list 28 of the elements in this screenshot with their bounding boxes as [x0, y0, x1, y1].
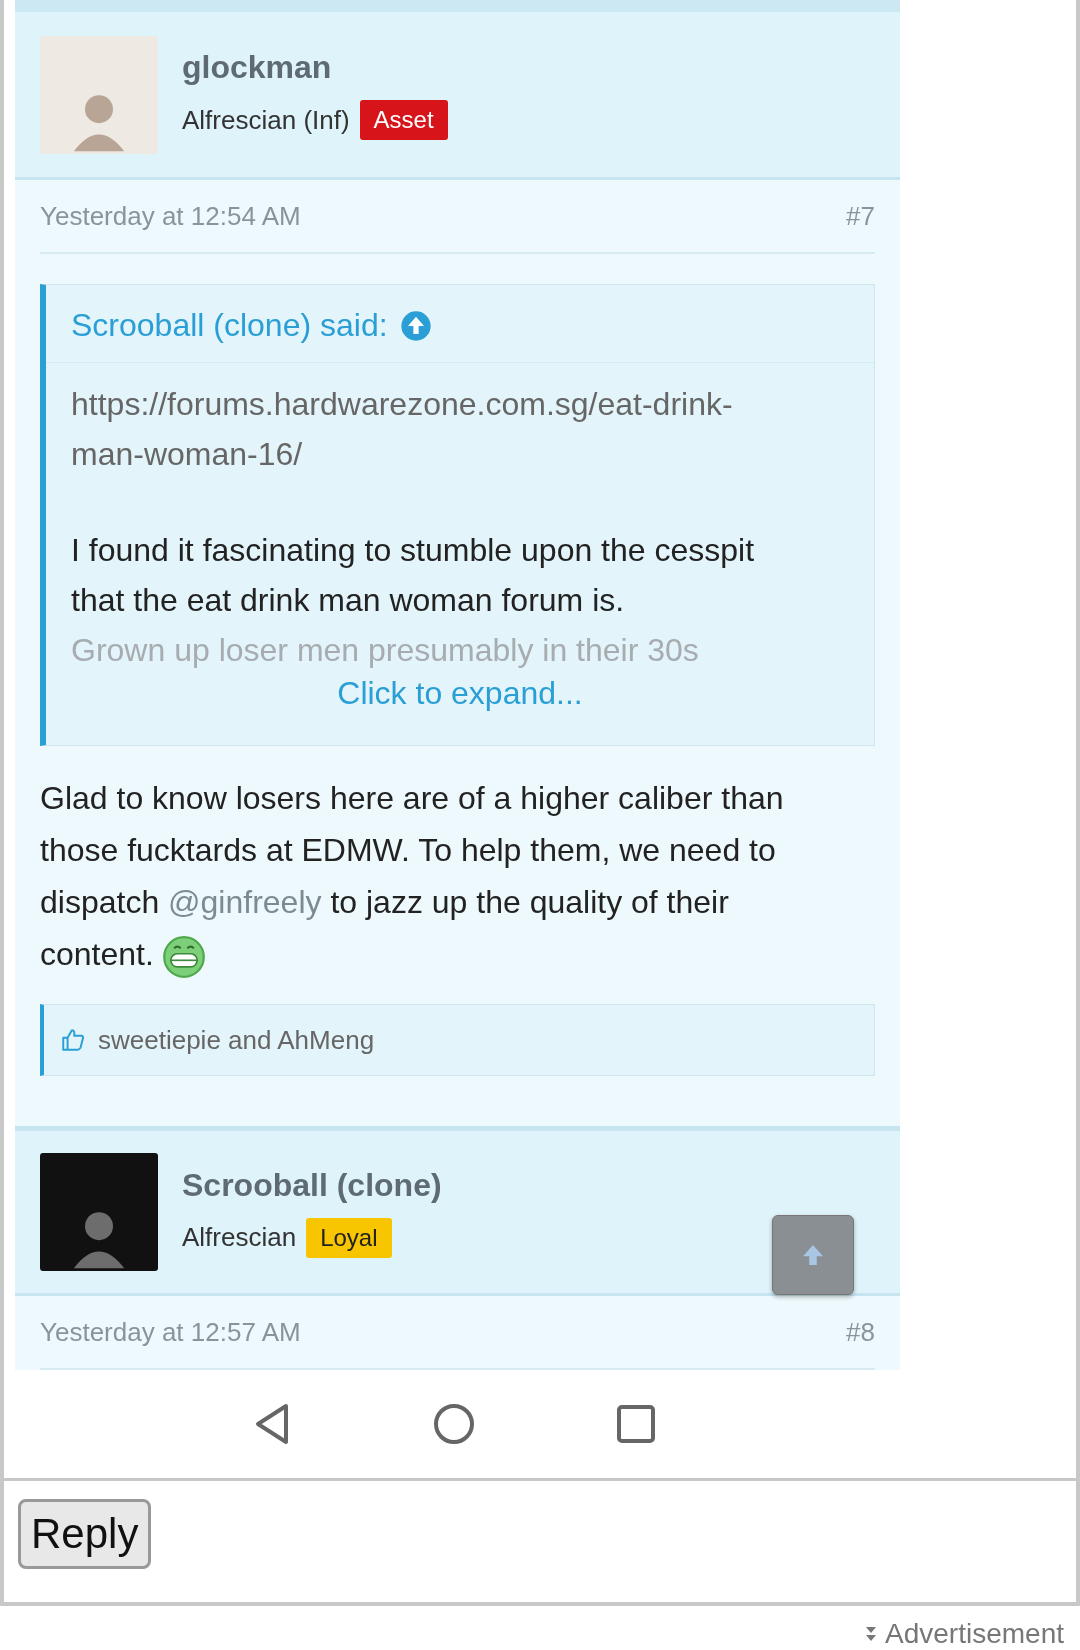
post-number[interactable]: #7	[846, 200, 875, 232]
user-badge: Loyal	[306, 1217, 392, 1258]
mention-link[interactable]: @ginfreely	[168, 884, 322, 920]
reply-button[interactable]: Reply	[18, 1499, 152, 1569]
scroll-top-button[interactable]	[772, 1215, 854, 1295]
quote-author-link[interactable]: Scrooball (clone) said:	[71, 307, 388, 344]
post-date[interactable]: Yesterday at 12:54 AM	[40, 200, 301, 232]
arrow-up-icon[interactable]	[399, 309, 432, 342]
author-name[interactable]: Scrooball (clone)	[182, 1166, 442, 1204]
user-badge: Asset	[359, 100, 448, 140]
quote-text: Grown up loser men presumably in their 30s	[71, 631, 700, 670]
post-date[interactable]: Yesterday at 12:57 AM	[40, 1316, 301, 1348]
user-title: Alfrescian (Inf)	[182, 104, 350, 136]
quote-text: I found it fascinating to stumble upon the cesspit that the eat drink man woman forum is.	[71, 531, 756, 620]
recents-icon[interactable]	[616, 1404, 656, 1444]
user-title: Alfrescian	[182, 1222, 297, 1253]
home-icon[interactable]	[432, 1402, 476, 1446]
thumbs-up-icon	[60, 1027, 86, 1053]
post-number[interactable]: #8	[846, 1316, 875, 1348]
grin-emoji-icon	[161, 934, 206, 979]
quote-text: https://forums.hardwarezone.com.sg/eat-drink-man-woman-16/	[71, 385, 734, 474]
avatar-placeholder[interactable]	[40, 35, 158, 154]
advertisement-text: Advertisement	[885, 1618, 1064, 1650]
post-message: Glad to know losers here are of a higher caliber than those fucktards at EDMW. To help them, we need to dispatch @ginfreely to jazz up the quality of their content.	[40, 772, 830, 980]
avatar-placeholder[interactable]	[40, 1153, 158, 1271]
likes-text[interactable]: sweetiepie and AhMeng	[98, 1024, 375, 1056]
expand-link[interactable]: Click to expand...	[337, 675, 583, 711]
author-name[interactable]: glockman	[182, 49, 448, 86]
